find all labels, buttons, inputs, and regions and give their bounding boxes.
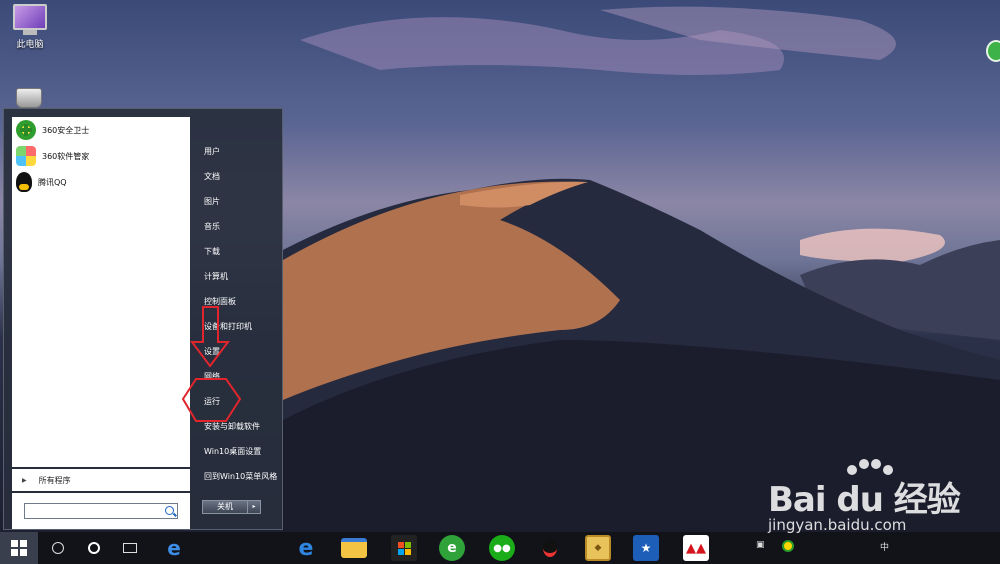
program-list: 360安全卫士 360软件管家 腾讯QQ bbox=[12, 117, 190, 467]
flag-app-icon: ★ bbox=[633, 535, 659, 561]
task-view-button[interactable] bbox=[112, 532, 148, 564]
search-icon[interactable] bbox=[165, 506, 174, 515]
taskbar-360-browser[interactable]: e bbox=[434, 532, 470, 564]
taskbar-store[interactable] bbox=[386, 532, 422, 564]
taskbar-app-flag[interactable]: ★ bbox=[628, 532, 664, 564]
menu-item-run[interactable]: 运行 bbox=[202, 389, 284, 414]
watermark-brand: Bai du 经验 bbox=[768, 480, 961, 520]
menu-item-computer[interactable]: 计算机 bbox=[202, 264, 284, 289]
menu-item-pictures[interactable]: 图片 bbox=[202, 189, 284, 214]
taskbar-wechat[interactable]: ●● bbox=[484, 532, 520, 564]
shutdown-button[interactable]: 关机 bbox=[202, 500, 248, 514]
taskbar-ie[interactable]: e bbox=[156, 532, 192, 564]
start-button[interactable] bbox=[0, 532, 38, 564]
program-item-360-software-manager[interactable]: 360软件管家 bbox=[12, 143, 190, 169]
tray-360-icon[interactable] bbox=[782, 540, 794, 556]
shutdown-group: 关机 ▸ bbox=[202, 500, 261, 514]
desktop-icon-label: 此电脑 bbox=[16, 40, 44, 50]
program-label: 360安全卫士 bbox=[42, 125, 90, 135]
edge-icon: e bbox=[298, 535, 314, 561]
computer-icon bbox=[13, 4, 47, 30]
desktop-icon-this-pc[interactable]: 此电脑 bbox=[8, 4, 52, 50]
taskbar-qq[interactable] bbox=[532, 532, 568, 564]
store-icon bbox=[391, 535, 417, 561]
qq-icon bbox=[537, 535, 563, 561]
tray-message-icon[interactable]: ▣ bbox=[756, 540, 765, 556]
menu-item-user[interactable]: 用户 bbox=[202, 139, 284, 164]
menu-item-install-uninstall[interactable]: 安装与卸载软件 bbox=[202, 414, 284, 439]
start-search-input[interactable] bbox=[24, 503, 178, 519]
start-search-area bbox=[12, 493, 190, 529]
menu-item-network[interactable]: 网络 bbox=[202, 364, 284, 389]
taskbar-app-gold[interactable]: ◆ bbox=[580, 532, 616, 564]
triangle-right-icon: ▶ bbox=[22, 476, 27, 484]
360-safe-icon bbox=[16, 120, 36, 140]
shutdown-options-arrow-icon[interactable]: ▸ bbox=[248, 500, 261, 514]
menu-item-documents[interactable]: 文档 bbox=[202, 164, 284, 189]
taskbar-file-explorer[interactable] bbox=[336, 532, 372, 564]
start-menu: 360安全卫士 360软件管家 腾讯QQ ▶ 所有程序 用户 文档 图片 音乐 … bbox=[3, 108, 283, 530]
floating-widget-icon[interactable] bbox=[986, 40, 1000, 62]
task-view-icon bbox=[123, 543, 137, 553]
program-item-360-safe[interactable]: 360安全卫士 bbox=[12, 117, 190, 143]
program-label: 360软件管家 bbox=[42, 151, 90, 161]
menu-item-devices-printers[interactable]: 设备和打印机 bbox=[202, 314, 284, 339]
watermark-url: jingyan.baidu.com bbox=[768, 516, 907, 534]
program-item-qq[interactable]: 腾讯QQ bbox=[12, 169, 190, 195]
all-programs-label: 所有程序 bbox=[38, 475, 71, 485]
all-programs-button[interactable]: ▶ 所有程序 bbox=[12, 469, 190, 491]
menu-item-win10-menu-style[interactable]: 回到Win10菜单风格 bbox=[202, 464, 284, 489]
desktop-icon-recycle-bin[interactable] bbox=[14, 88, 44, 110]
cortana-button[interactable] bbox=[76, 532, 112, 564]
start-menu-left-pane: 360安全卫士 360软件管家 腾讯QQ ▶ 所有程序 bbox=[12, 117, 190, 529]
360-browser-icon: e bbox=[439, 535, 465, 561]
menu-item-music[interactable]: 音乐 bbox=[202, 214, 284, 239]
start-menu-right-pane: 用户 文档 图片 音乐 下载 计算机 控制面板 设备和打印机 设置 网络 运行 … bbox=[202, 139, 284, 489]
taskbar-search-button[interactable] bbox=[40, 532, 76, 564]
recycle-bin-icon bbox=[16, 88, 42, 108]
folder-icon bbox=[341, 538, 367, 558]
gold-badge-icon: ◆ bbox=[585, 535, 611, 561]
cortana-icon bbox=[88, 542, 100, 554]
search-icon bbox=[52, 542, 64, 554]
tray-ime-indicator[interactable]: 中 bbox=[880, 540, 889, 556]
menu-item-downloads[interactable]: 下载 bbox=[202, 239, 284, 264]
menu-item-control-panel[interactable]: 控制面板 bbox=[202, 289, 284, 314]
menu-item-win10-desktop-settings[interactable]: Win10桌面设置 bbox=[202, 439, 284, 464]
baidu-jingyan-watermark: Bai du 经验 jingyan.baidu.com bbox=[768, 458, 968, 538]
program-label: 腾讯QQ bbox=[38, 177, 67, 187]
ie-icon: e bbox=[167, 536, 181, 560]
wechat-icon: ●● bbox=[489, 535, 515, 561]
windows-logo-icon bbox=[11, 540, 27, 556]
taskbar-edge[interactable]: e bbox=[288, 532, 324, 564]
red-logo-icon: ▲▲ bbox=[683, 535, 709, 561]
taskbar-app-red[interactable]: ▲▲ bbox=[678, 532, 714, 564]
qq-icon bbox=[16, 172, 32, 192]
menu-item-settings[interactable]: 设置 bbox=[202, 339, 284, 364]
360-software-manager-icon bbox=[16, 146, 36, 166]
